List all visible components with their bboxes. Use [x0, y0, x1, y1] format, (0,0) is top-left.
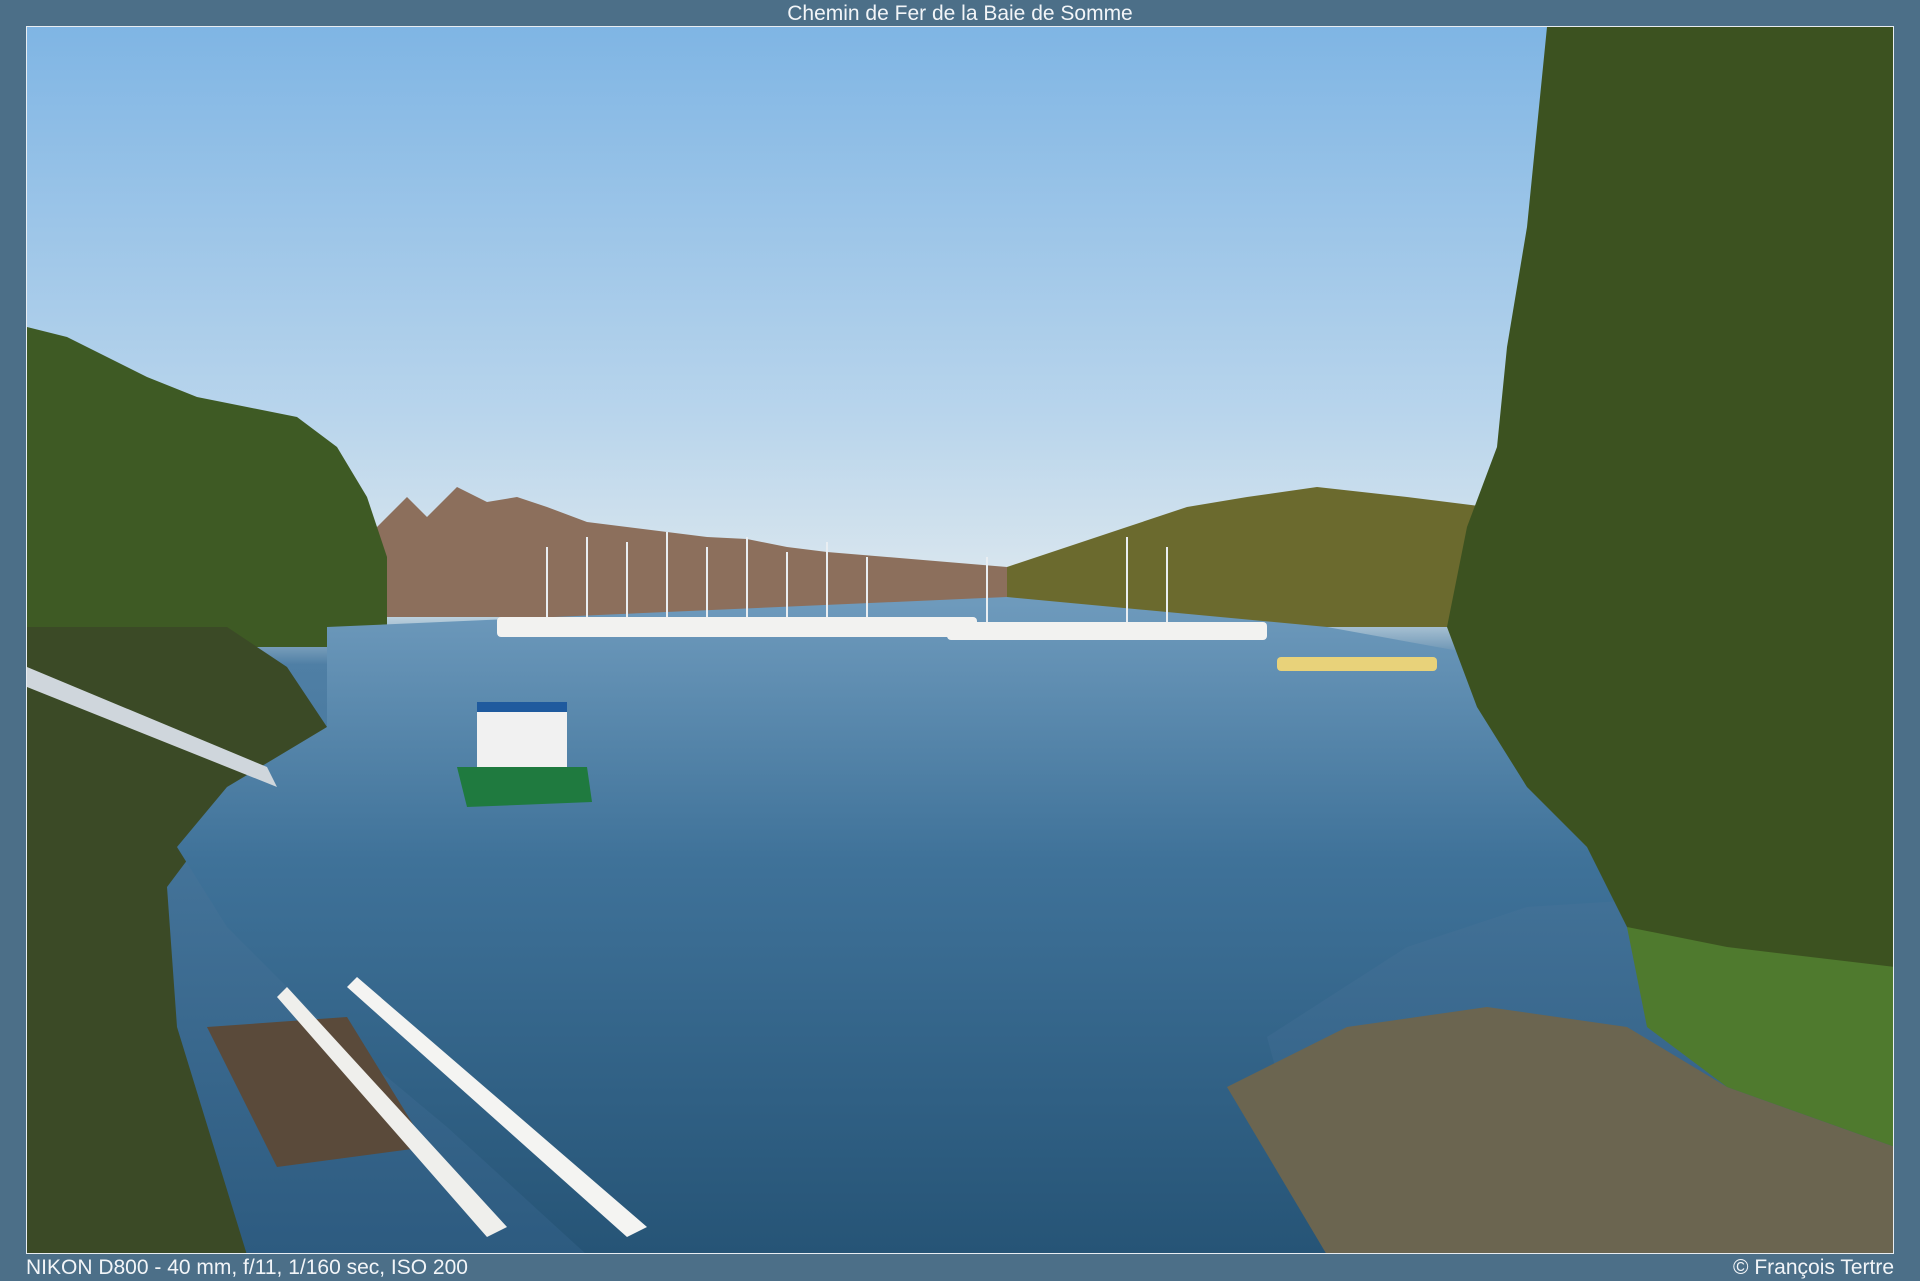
harbour-photo — [26, 26, 1894, 1254]
photo-scene — [27, 27, 1893, 1253]
photo-title: Chemin de Fer de la Baie de Somme — [787, 2, 1133, 25]
exif-info: NIKON D800 - 40 mm, f/11, 1/160 sec, ISO… — [26, 1256, 468, 1279]
photo-credit: © François Tertre — [1733, 1256, 1894, 1279]
green-boat — [457, 767, 592, 807]
